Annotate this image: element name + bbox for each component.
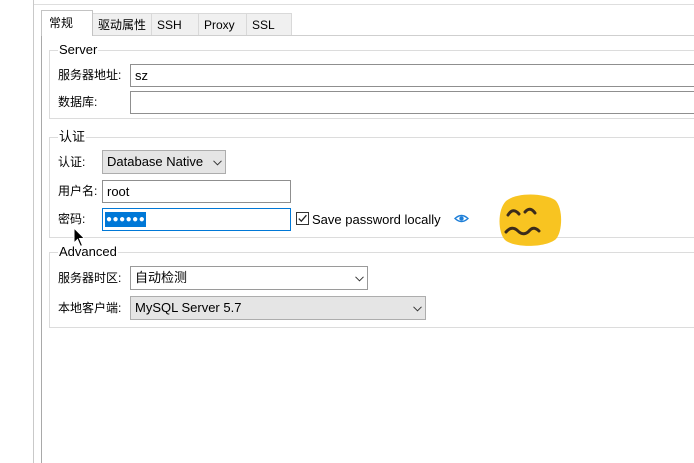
auth-method-label: 认证: bbox=[58, 155, 86, 169]
chevron-down-icon bbox=[413, 306, 422, 312]
password-label: 密码: bbox=[58, 212, 86, 226]
chevron-down-icon bbox=[355, 276, 364, 282]
host-input[interactable]: sz bbox=[130, 64, 694, 87]
tab-general[interactable]: 常规 bbox=[41, 10, 93, 36]
host-label: 服务器地址: bbox=[58, 68, 122, 82]
left-panel bbox=[0, 0, 33, 463]
eye-icon[interactable] bbox=[454, 213, 469, 224]
username-label: 用户名: bbox=[58, 184, 98, 198]
checkmark-icon bbox=[298, 214, 307, 223]
advanced-group: Advanced 服务器时区: 自动检测 本地客户端: MySQL Server… bbox=[49, 244, 694, 328]
left-panel-divider[interactable] bbox=[33, 0, 34, 463]
timezone-label: 服务器时区: bbox=[58, 271, 122, 285]
local-client-value: MySQL Server 5.7 bbox=[135, 300, 242, 315]
tab-ssl[interactable]: SSL bbox=[246, 13, 292, 35]
confounded-face-emoji bbox=[499, 194, 562, 246]
server-group: Server 服务器地址: sz 数据库: bbox=[49, 42, 694, 119]
auth-method-value: Database Native bbox=[107, 154, 204, 169]
database-label: 数据库: bbox=[58, 95, 98, 109]
auth-group-legend: 认证 bbox=[58, 129, 87, 144]
password-input[interactable]: ●●●●●● bbox=[102, 208, 291, 231]
password-selected-text: ●●●●●● bbox=[105, 212, 147, 228]
tab-driver-properties[interactable]: 驱动属性 bbox=[92, 13, 152, 35]
mouse-cursor-icon bbox=[73, 227, 86, 248]
panel-border bbox=[41, 35, 42, 463]
username-input[interactable]: root bbox=[102, 180, 291, 203]
timezone-select[interactable]: 自动检测 bbox=[130, 266, 368, 290]
timezone-value: 自动检测 bbox=[135, 270, 188, 285]
tab-proxy[interactable]: Proxy bbox=[198, 13, 247, 35]
top-divider bbox=[34, 4, 694, 5]
local-client-label: 本地客户端: bbox=[58, 301, 122, 315]
server-group-legend: Server bbox=[58, 42, 99, 57]
database-input[interactable] bbox=[130, 91, 694, 114]
chevron-down-icon bbox=[213, 160, 222, 166]
save-password-label[interactable]: Save password locally bbox=[312, 212, 441, 227]
save-password-checkbox[interactable] bbox=[296, 212, 309, 225]
auth-method-select[interactable]: Database Native bbox=[102, 150, 226, 174]
local-client-select[interactable]: MySQL Server 5.7 bbox=[130, 296, 426, 320]
advanced-group-legend: Advanced bbox=[58, 244, 118, 259]
tab-ssh[interactable]: SSH bbox=[151, 13, 199, 35]
auth-group: 认证 认证: Database Native 用户名: root 密码: ●●●… bbox=[49, 129, 694, 238]
